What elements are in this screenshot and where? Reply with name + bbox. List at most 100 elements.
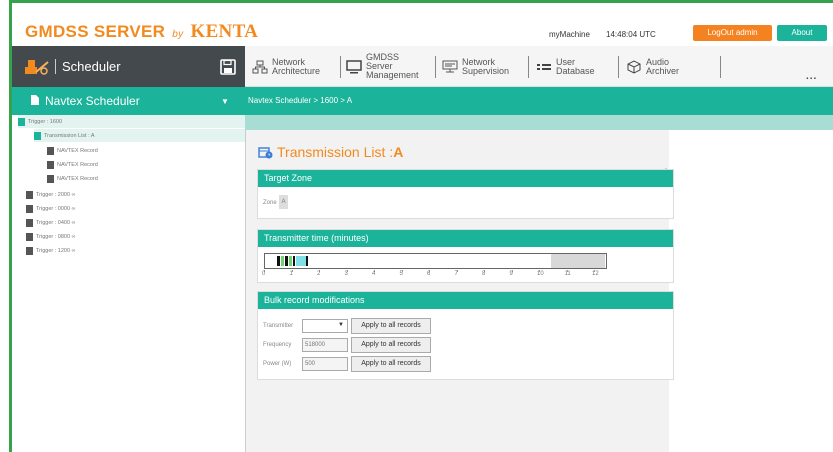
save-icon[interactable] (220, 59, 236, 75)
file-icon (26, 190, 33, 199)
scheduler-label: Scheduler (55, 59, 121, 74)
tree-label: Trigger : 1600 (28, 118, 63, 125)
apply-frequency-button[interactable]: Apply to all records (351, 337, 431, 353)
apply-transmitter-button[interactable]: Apply to all records (351, 318, 431, 334)
timeline-tick-label: 12 (592, 271, 599, 277)
transmitter-time-heading: Transmitter time (minutes) (258, 230, 673, 247)
cube-icon (627, 59, 641, 74)
sidebar-header[interactable]: Navtex Scheduler ▼ (12, 87, 245, 115)
toolbar-strip (245, 115, 833, 130)
transmitter-timeline[interactable] (264, 253, 607, 269)
scheduler-module[interactable]: Scheduler (12, 46, 245, 87)
timeline-tick-label: 10 (537, 271, 544, 277)
logo-brand: KENTA (190, 21, 259, 42)
tree-node-trigger[interactable]: Trigger : 0000 ∞ (26, 202, 76, 215)
nav-label: GMDSS Server Management (366, 52, 419, 80)
about-button[interactable]: About (777, 25, 827, 41)
nav-label: Audio Archiver (646, 56, 680, 76)
apply-power-button[interactable]: Apply to all records (351, 356, 431, 372)
timeline-blocked-range (551, 254, 605, 268)
timeline-segment (285, 256, 288, 266)
power-label: Power (W) (263, 361, 292, 367)
scheduler-tree: Trigger : 1600 Transmission List : A NAV… (12, 115, 245, 452)
tree-node-record[interactable]: NAVTEX Record (47, 172, 98, 185)
transmitter-label: Transmitter (263, 323, 294, 329)
nav-label: Network Architecture (272, 56, 321, 76)
timeline-segment (289, 256, 292, 266)
file-icon (26, 232, 33, 241)
file-icon (34, 131, 41, 140)
tree-label: Transmission List : A (44, 132, 95, 139)
clock: 14:48:04 UTC (606, 30, 656, 39)
timeline-segment (296, 256, 306, 266)
tree-label: Trigger : 0800 ∞ (36, 233, 76, 240)
bulk-heading: Bulk record modifications (258, 292, 673, 309)
timeline-tick-label: 1 (289, 271, 293, 277)
more-menu-button[interactable]: ... (806, 71, 817, 82)
tree-node-trigger[interactable]: Trigger : 0800 ∞ (26, 230, 76, 243)
network-supervision-icon (442, 60, 458, 72)
zone-label: Zone (263, 200, 277, 206)
tree-node-trigger[interactable]: Trigger : 1600 (18, 115, 245, 128)
timeline-segment (281, 256, 284, 266)
nav-divider (435, 56, 436, 78)
monitor-icon (346, 59, 362, 73)
nav-label: Network Supervision (462, 56, 510, 76)
machine-name: myMachine (549, 30, 590, 39)
scheduler-icon (25, 60, 49, 75)
timeline-tick-label: 3 (344, 271, 348, 277)
tree-node-transmission-list[interactable]: Transmission List : A (34, 129, 245, 142)
nav-server-management[interactable]: GMDSS Server Management (346, 46, 419, 87)
frequency-label: Frequency (263, 342, 292, 348)
sidebar-title: Navtex Scheduler (45, 94, 140, 108)
tree-label: NAVTEX Record (57, 161, 98, 168)
nav-divider (340, 56, 341, 78)
breadcrumb[interactable]: Navtex Scheduler > 1600 > A (248, 96, 352, 105)
file-icon (47, 174, 54, 183)
nav-network-supervision[interactable]: Network Supervision (442, 46, 509, 87)
timeline-tick-label: 2 (317, 271, 321, 277)
power-input[interactable]: 500 (302, 357, 348, 371)
logo-text: GMDSS SERVER (25, 22, 166, 41)
breadcrumb-bar: Navtex Scheduler > 1600 > A (245, 87, 833, 115)
nav-divider (528, 56, 529, 78)
tree-label: Trigger : 0400 ∞ (36, 219, 76, 226)
tree-node-trigger[interactable]: Trigger : 1200 ∞ (26, 244, 76, 257)
zone-value: A (279, 195, 288, 209)
file-icon (18, 117, 25, 126)
timeline-tick-label: 6 (427, 271, 431, 277)
tree-node-record[interactable]: NAVTEX Record (47, 144, 98, 157)
tree-label: NAVTEX Record (57, 175, 98, 182)
tree-node-trigger[interactable]: Trigger : 0400 ∞ (26, 216, 76, 229)
chevron-down-icon: ▼ (338, 322, 344, 328)
nav-network-architecture[interactable]: Network Architecture (252, 46, 320, 87)
file-icon (26, 204, 33, 213)
tree-label: Trigger : 2000 ∞ (36, 191, 76, 198)
nav-user-database[interactable]: User Database (536, 46, 595, 87)
page-title: Transmission List : A (258, 144, 403, 160)
chevron-down-icon[interactable]: ▼ (221, 97, 229, 106)
timeline-tick-label: 8 (482, 271, 486, 277)
timeline-tick-label: 11 (564, 271, 571, 277)
timeline-segment (293, 256, 295, 266)
file-icon (47, 146, 54, 155)
transmitter-select[interactable]: ▼ (302, 319, 348, 333)
frequency-input[interactable]: 518000 (302, 338, 348, 352)
nav-audio-archiver[interactable]: Audio Archiver (626, 46, 679, 87)
file-icon (26, 246, 33, 255)
tree-label: Trigger : 1200 ∞ (36, 247, 76, 254)
timeline-tick-label: 9 (509, 271, 513, 277)
app: GMDSS SERVER by KENTA myMachine 14:48:04… (12, 3, 833, 452)
page-title-text: Transmission List : (277, 144, 394, 160)
tree-label: Trigger : 0000 ∞ (36, 205, 76, 212)
logout-button[interactable]: LogOut admin (693, 25, 772, 41)
timeline-tick-label: 5 (399, 271, 403, 277)
tree-node-record[interactable]: NAVTEX Record (47, 158, 98, 171)
logo-by: by (172, 29, 184, 40)
target-zone-card: Target Zone (257, 169, 674, 219)
timeline-tick-label: 4 (372, 271, 376, 277)
tree-node-trigger[interactable]: Trigger : 2000 ∞ (26, 188, 76, 201)
file-icon (26, 218, 33, 227)
top-header: GMDSS SERVER by KENTA myMachine 14:48:04… (12, 3, 833, 43)
nav-label: User Database (556, 56, 595, 76)
